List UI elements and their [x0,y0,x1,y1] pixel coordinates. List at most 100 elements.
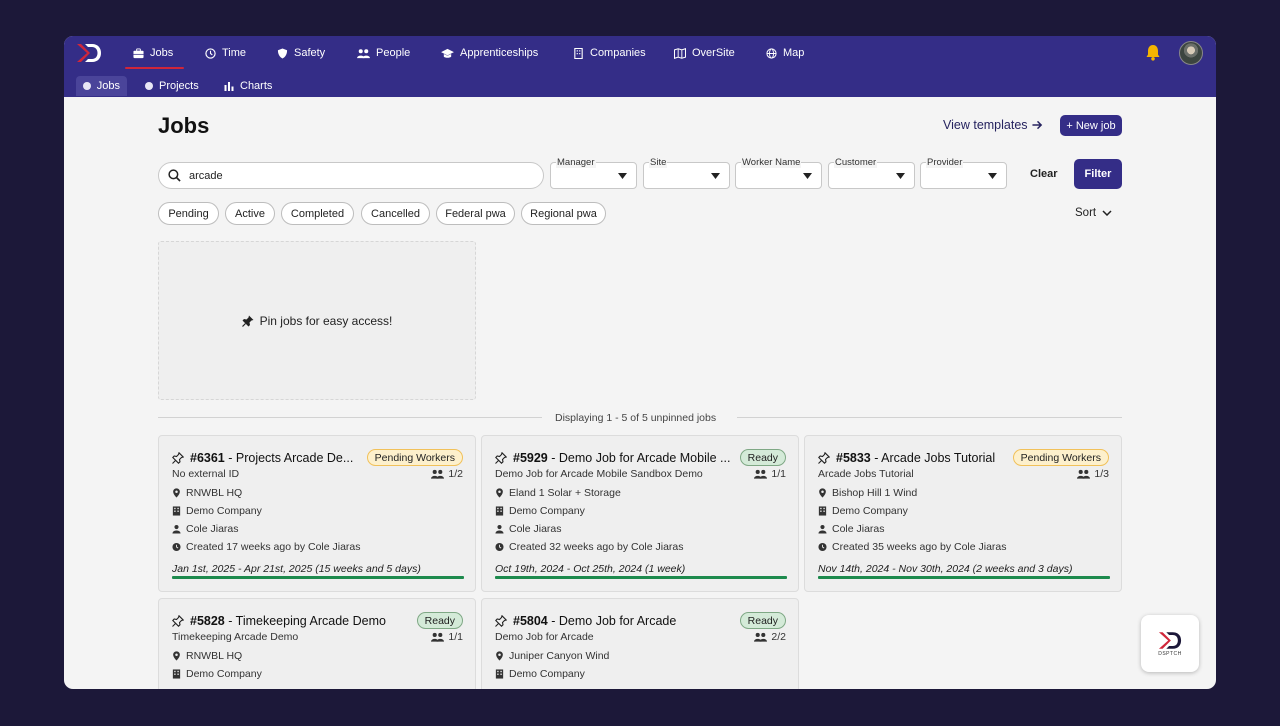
nav-item-map[interactable]: Map [766,45,804,61]
site-select[interactable]: Site [643,157,730,189]
user-avatar[interactable] [1179,41,1203,65]
provider-select[interactable]: Provider [920,157,1007,189]
chip-completed[interactable]: Completed [281,202,354,225]
chip-active[interactable]: Active [225,202,275,225]
job-card[interactable]: #5929 - Demo Job for Arcade Mobile ... R… [481,435,799,592]
subnav-item-label: Jobs [96,80,120,92]
notification-bell-icon[interactable] [1145,44,1161,61]
pin-outline-icon[interactable] [172,452,184,464]
subnav-item-projects[interactable]: Projects [138,76,206,96]
worker-count: 2/2 [754,631,786,643]
customer-select[interactable]: Customer [828,157,915,189]
job-subtitle: No external ID [172,468,240,480]
select-label: Provider [926,157,964,168]
nav-item-companies[interactable]: Companies [573,45,646,61]
job-name: - Arcade Jobs Tutorial [870,451,996,465]
nav-item-label: Companies [590,47,646,59]
job-manager: Cole Jiaras [172,523,239,535]
search-input[interactable] [189,169,509,182]
job-card[interactable]: #5804 - Demo Job for Arcade Ready Demo J… [481,598,799,689]
subnav-item-label: Charts [240,80,273,92]
nav-item-people[interactable]: People [357,45,410,61]
job-card-title: #6361 - Projects Arcade De... [172,451,353,465]
job-company: Demo Company [495,668,585,680]
subnav-item-label: Projects [159,80,199,92]
progress-bar [495,576,787,579]
job-card[interactable]: #5828 - Timekeeping Arcade Demo Ready Ti… [158,598,476,689]
job-card[interactable]: #6361 - Projects Arcade De... Pending Wo… [158,435,476,592]
active-nav-indicator [125,67,184,69]
sort-label: Sort [1075,207,1097,219]
user-icon [818,524,827,534]
job-created: Created 35 weeks ago by Cole Jiaras [818,541,1007,553]
globe-icon [766,47,777,59]
chip-federal-pwa[interactable]: Federal pwa [436,202,515,225]
job-manager: Cole Jiaras [818,523,885,535]
sort-dropdown[interactable]: Sort [1075,207,1112,219]
caret-down-icon [896,173,905,179]
caret-down-icon [618,173,627,179]
building-icon [574,47,583,59]
dsptch-logo[interactable] [76,43,102,63]
divider-line-right [737,417,1122,418]
app-window: Jobs Time Safety People Apprenticeships … [64,36,1216,689]
chip-regional-pwa[interactable]: Regional pwa [521,202,606,225]
view-templates-link[interactable]: View templates [943,118,1043,132]
created-text: Created 35 weeks ago by Cole Jiaras [832,541,1007,553]
people-icon [1077,469,1091,479]
results-count: Displaying 1 - 5 of 5 unpinned jobs [555,412,717,424]
clear-button[interactable]: Clear [1030,168,1058,180]
pin-outline-icon[interactable] [172,615,184,627]
pin-hint-text: Pin jobs for easy access! [259,313,393,328]
job-card-title: #5804 - Demo Job for Arcade [495,614,676,628]
circle-icon [145,82,153,90]
job-subtitle: Timekeeping Arcade Demo [172,631,299,643]
caret-down-icon [803,173,812,179]
filter-button[interactable]: Filter [1074,159,1122,189]
job-company: Demo Company [172,505,262,517]
subnav-item-charts[interactable]: Charts [217,76,279,96]
nav-item-time[interactable]: Time [205,45,246,61]
pin-outline-icon[interactable] [495,452,507,464]
status-badge: Ready [739,612,786,629]
job-subtitle: Arcade Jobs Tutorial [818,468,914,480]
job-company: Demo Company [172,668,262,680]
fab-label: DSPTCH [1158,650,1182,657]
subnav-item-jobs[interactable]: Jobs [76,76,127,96]
worker-name-select[interactable]: Worker Name [735,157,822,189]
search-bar[interactable] [158,162,544,189]
job-card[interactable]: #5833 - Arcade Jobs Tutorial Pending Wor… [804,435,1122,592]
chip-cancelled[interactable]: Cancelled [361,202,430,225]
nav-item-oversite[interactable]: OverSite [674,45,735,61]
select-label: Site [649,157,668,168]
job-subtitle: Demo Job for Arcade [495,631,594,643]
chevron-down-icon [1102,210,1112,216]
people-icon [754,632,768,642]
manager-select[interactable]: Manager [550,157,637,189]
worker-count-value: 1/1 [771,468,786,480]
job-date-range: Jan 1st, 2025 - Apr 21st, 2025 (15 weeks… [172,563,421,575]
job-site: RNWBL HQ [172,487,242,499]
site-name: RNWBL HQ [186,650,243,662]
chip-pending[interactable]: Pending [158,202,219,225]
pin-outline-icon[interactable] [495,615,507,627]
nav-item-safety[interactable]: Safety [277,45,325,61]
user-icon [172,524,181,534]
user-icon [495,524,504,534]
nav-item-apprenticeships[interactable]: Apprenticeships [441,45,538,61]
job-company: Demo Company [818,505,908,517]
job-number: #6361 [190,451,225,465]
job-manager: Cole Jiaras [495,523,562,535]
job-site: Eland 1 Solar + Storage [495,487,621,499]
pin-outline-icon[interactable] [818,452,830,464]
nav-item-label: Apprenticeships [460,47,539,59]
manager-name: Cole Jiaras [832,523,885,535]
people-icon [431,469,445,479]
nav-item-jobs[interactable]: Jobs [133,45,173,61]
job-name: - Projects Arcade De... [224,451,354,465]
new-job-button[interactable]: + New job [1060,115,1122,136]
building-icon [818,506,827,516]
select-label: Manager [556,157,596,168]
dsptch-floating-button[interactable]: DSPTCH [1141,615,1199,672]
map-pin-icon [173,651,180,661]
